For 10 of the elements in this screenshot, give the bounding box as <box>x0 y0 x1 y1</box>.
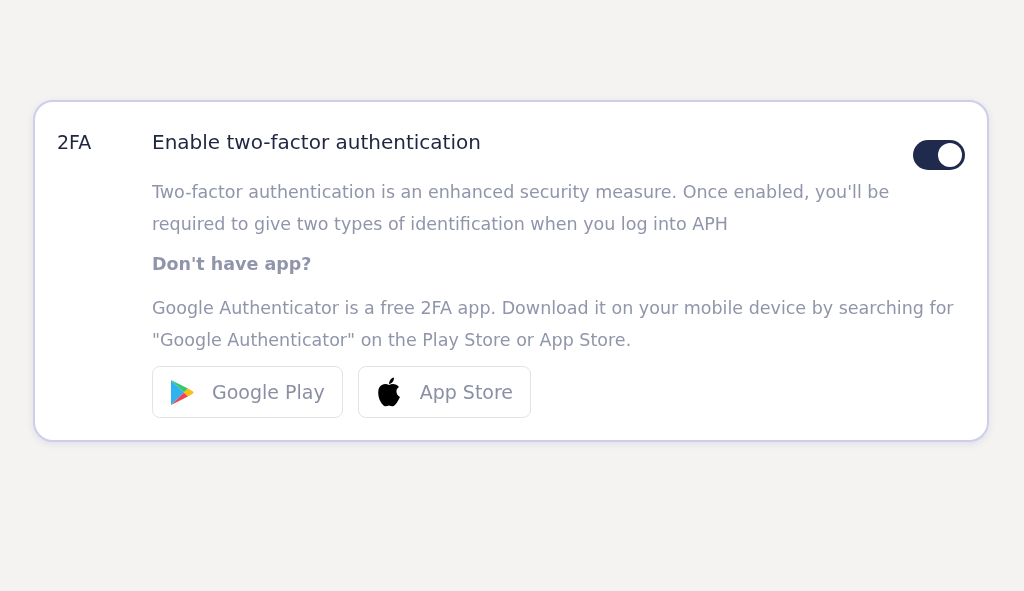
description-text: Two-factor authentication is an enhanced security measure. Once enabled, you'll be required to give two types of identification when you log into APH <box>152 181 891 236</box>
apple-icon <box>375 377 402 407</box>
google-play-button[interactable]: Google Play <box>152 366 343 418</box>
play-triangle-icon <box>170 378 194 406</box>
section-label: 2FA <box>57 130 93 155</box>
app-description: Google Authenticator is a free 2FA app. Download it on your mobile device by searching for "Google Authenticator" on the Play Store or App Store. <box>152 297 955 352</box>
section-title: Enable two-factor authentication <box>152 130 481 154</box>
toggle-switch[interactable] <box>913 140 965 170</box>
subheading: Don't have app? <box>152 254 313 274</box>
app-store-button[interactable]: App Store <box>357 366 532 418</box>
